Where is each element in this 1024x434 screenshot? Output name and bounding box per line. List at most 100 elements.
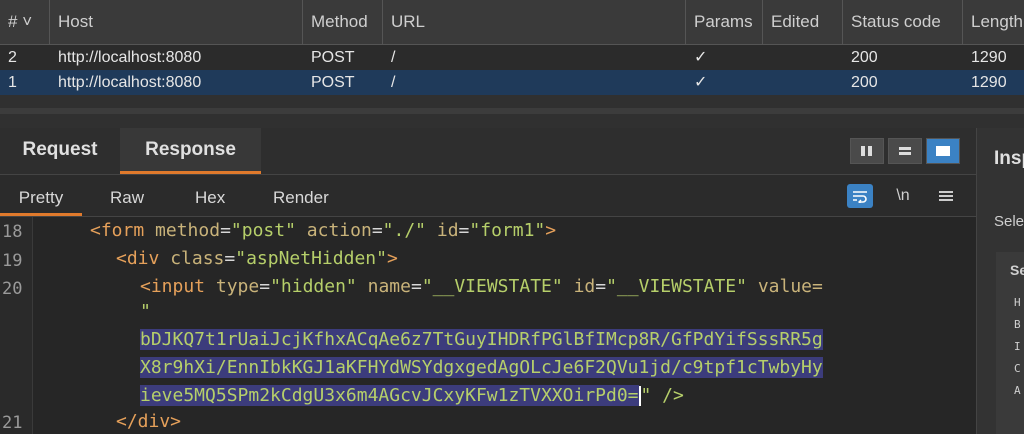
view-subtabs: Pretty Raw Hex Render <box>0 176 976 217</box>
menu-icon <box>939 191 953 201</box>
viewstate-value-selected[interactable]: X8r9hXi/EnnIbkKGJ1aKFHYdWSYdgxgedAgOLcJe… <box>140 357 823 378</box>
line-number: 19 <box>2 251 23 271</box>
attr-value: "form1" <box>469 220 546 241</box>
col-host-label: Host <box>58 12 93 31</box>
attr-value: "hidden" <box>270 276 357 297</box>
inspector-mini-item: C <box>1014 362 1021 375</box>
tag-self-close: " /> <box>640 385 684 406</box>
tab-pretty-label: Pretty <box>18 188 64 207</box>
pane-splitter[interactable] <box>0 108 1024 114</box>
wrap-icon <box>853 191 867 203</box>
attr-value: "__VIEWSTATE" <box>606 276 747 297</box>
inspector-mini-item: A <box>1014 384 1021 397</box>
col-header-params[interactable]: Params <box>686 0 763 44</box>
tab-response-label: Response <box>145 139 236 160</box>
tab-hex[interactable]: Hex <box>195 176 225 216</box>
row-status: 200 <box>851 49 878 66</box>
col-header-method[interactable]: Method <box>303 0 383 44</box>
tag-open: <form <box>90 220 145 241</box>
sort-chevron-icon: ˅ <box>22 12 33 31</box>
layout-single-pane-button[interactable] <box>926 138 960 164</box>
attr-value: "post" <box>230 220 296 241</box>
attr-name: id <box>436 220 459 241</box>
code-line-18: <form method="post" action="./" id="form… <box>90 220 557 241</box>
attr-value: "./" <box>382 220 427 241</box>
tab-request-label: Request <box>22 139 98 160</box>
col-edited-label: Edited <box>771 12 820 31</box>
tab-render-label: Render <box>273 188 329 207</box>
inspector-mini-item: I <box>1014 340 1021 353</box>
newline-label: \n <box>896 187 910 204</box>
line-number: 21 <box>2 413 23 433</box>
attr-value: "__VIEWSTATE" <box>421 276 563 297</box>
history-table-header: # ˅ Host Method URL Params Edited Status… <box>0 0 1024 45</box>
row-host: http://localhost:8080 <box>58 49 202 66</box>
attr-name: class <box>170 248 225 269</box>
row-url: / <box>391 49 396 66</box>
layout-split-vertical-button[interactable] <box>850 138 884 164</box>
tag-open: <input <box>140 276 206 297</box>
tag-open: <div <box>116 248 160 269</box>
table-row[interactable]: 2 http://localhost:8080 POST / ✓ 200 129… <box>0 45 1024 70</box>
tab-response[interactable]: Response <box>120 128 261 174</box>
line-number: 18 <box>2 222 23 242</box>
col-url-label: URL <box>391 12 426 31</box>
attr-name: method <box>155 220 221 241</box>
message-tabbar: Request Response <box>0 128 976 175</box>
code-line-21: </div> <box>116 411 182 432</box>
word-wrap-button[interactable] <box>847 184 873 208</box>
newline-toggle-button[interactable]: \n <box>890 184 916 208</box>
viewstate-value-selected[interactable]: bDJKQ7t1rUaiJcjKfhxACqAe6z7TtGuyIHDRfPGl… <box>140 329 823 350</box>
attr-name: name <box>367 276 411 297</box>
row-edited <box>763 45 843 70</box>
col-length-label: Length <box>971 12 1023 31</box>
inspector-mini-item: H <box>1014 296 1021 309</box>
col-header-edited[interactable]: Edited <box>763 0 843 44</box>
inspector-title: Insp <box>994 148 1024 169</box>
col-method-label: Method <box>311 12 368 31</box>
row-length: 1290 <box>971 49 1007 66</box>
row-host: http://localhost:8080 <box>58 74 202 91</box>
table-row-selected[interactable]: 1 http://localhost:8080 POST / ✓ 200 129… <box>0 70 1024 95</box>
code-line-20: <input type="hidden" name="__VIEWSTATE" … <box>140 276 823 297</box>
inspector-mini-list: H B I C A <box>1014 296 1024 406</box>
col-num-label: # <box>8 12 18 31</box>
tab-render[interactable]: Render <box>273 176 329 216</box>
row-params-check-icon: ✓ <box>694 49 708 66</box>
inspector-selection-label: Sele <box>994 213 1024 230</box>
attr-value: "aspNetHidden" <box>235 248 387 269</box>
col-header-status[interactable]: Status code <box>843 0 963 44</box>
row-status: 200 <box>851 74 878 91</box>
single-pane-icon <box>936 146 950 156</box>
tab-raw[interactable]: Raw <box>110 176 144 216</box>
attr-name: value= <box>757 276 823 297</box>
row-edited <box>763 70 843 95</box>
tab-raw-label: Raw <box>110 188 145 207</box>
row-params-check-icon: ✓ <box>694 74 708 91</box>
attr-name: type <box>215 276 260 297</box>
code-line-19: <div class="aspNetHidden"> <box>116 248 398 269</box>
rows-icon <box>899 147 911 155</box>
columns-icon <box>861 146 872 156</box>
row-num: 2 <box>8 49 17 66</box>
layout-split-horizontal-button[interactable] <box>888 138 922 164</box>
viewstate-last-line: ieve5MQ5SPm2kCdgU3x6m4AGcvJCxyKFw1zTVXXO… <box>140 385 684 406</box>
attr-name: action <box>306 220 372 241</box>
row-method: POST <box>311 49 355 66</box>
viewstate-value-selected[interactable]: ieve5MQ5SPm2kCdgU3x6m4AGcvJCxyKFw1zTVXXO… <box>140 385 639 406</box>
col-header-host[interactable]: Host <box>50 0 303 44</box>
line-number-gutter: 18 19 20 21 <box>0 217 33 434</box>
row-length: 1290 <box>971 74 1007 91</box>
tag-close: > <box>386 248 398 269</box>
col-header-url[interactable]: URL <box>383 0 686 44</box>
tab-pretty[interactable]: Pretty <box>0 176 82 216</box>
tab-request[interactable]: Request <box>0 128 120 174</box>
response-editor[interactable]: 18 19 20 21 <form method="post" action="… <box>0 217 976 434</box>
col-header-length[interactable]: Length <box>963 0 1024 44</box>
col-header-num[interactable]: # ˅ <box>0 0 50 44</box>
editor-menu-button[interactable] <box>933 184 959 208</box>
row-url: / <box>391 74 396 91</box>
col-params-label: Params <box>694 12 753 31</box>
col-status-label: Status code <box>851 12 941 31</box>
inspector-section-title: Se <box>1010 262 1024 278</box>
